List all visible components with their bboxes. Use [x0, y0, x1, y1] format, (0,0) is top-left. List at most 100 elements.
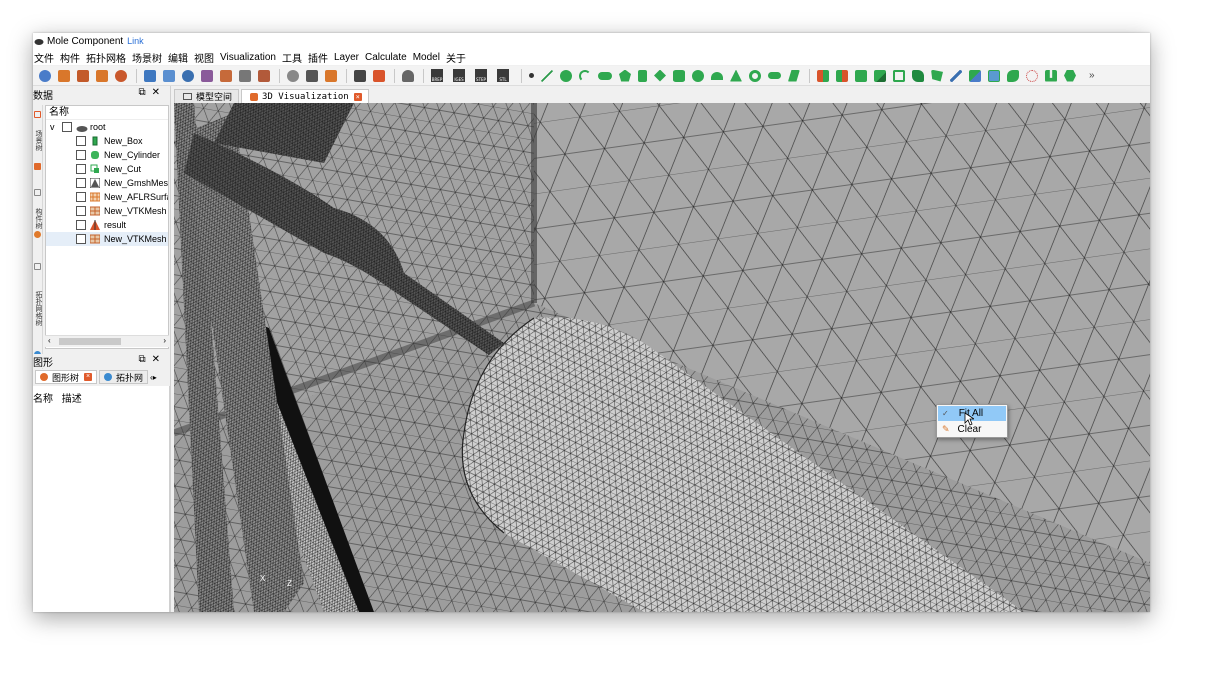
rectangle-icon[interactable] — [638, 69, 647, 82]
tab-model-space[interactable]: 模型空间 — [174, 89, 240, 103]
close-icon[interactable]: × — [353, 92, 362, 101]
tab-topology-net[interactable]: 拓扑网 — [99, 370, 149, 384]
menu-edit[interactable]: 编辑 — [168, 50, 192, 65]
select-icon[interactable] — [39, 69, 51, 82]
box-tool-icon[interactable] — [58, 69, 70, 82]
group-icon[interactable] — [239, 69, 251, 82]
tree-checkbox[interactable] — [76, 192, 86, 202]
cube-blue-icon[interactable] — [144, 69, 156, 82]
disk-icon[interactable] — [768, 72, 781, 79]
toolbar-overflow-button[interactable]: » — [1089, 70, 1095, 81]
tree-checkbox[interactable] — [76, 150, 86, 160]
tree-row[interactable]: New_VTKMesh — [46, 204, 168, 218]
menu-model[interactable]: Model — [413, 52, 444, 63]
transform-icon[interactable] — [201, 69, 213, 82]
gear-icon[interactable] — [287, 69, 299, 82]
menu-tools[interactable]: 工具 — [282, 50, 306, 65]
title-link[interactable]: Link — [127, 36, 144, 46]
import-iges-button[interactable]: IGES — [453, 69, 465, 82]
import-step-button[interactable]: STEP — [475, 69, 487, 82]
tab-scroll-icon[interactable]: ‹▸ — [150, 373, 157, 382]
menu-component[interactable]: 构件 — [60, 50, 84, 65]
scroll-right-icon[interactable]: › — [163, 336, 166, 345]
import-stl-button[interactable]: STL — [497, 69, 509, 82]
chevron-down-icon[interactable]: v — [50, 122, 62, 132]
sphere-tool-icon[interactable] — [115, 69, 127, 82]
point-icon[interactable] — [529, 73, 534, 78]
tree-row[interactable]: New_GmshMes — [46, 176, 168, 190]
cylinder-tool-icon[interactable] — [673, 69, 685, 82]
scrollbar-thumb[interactable] — [59, 338, 121, 345]
cut-tool-icon[interactable] — [855, 69, 867, 82]
circle-icon[interactable] — [560, 69, 572, 82]
tree-horizontal-scrollbar[interactable]: ‹ › — [45, 335, 169, 347]
cube-light-icon[interactable] — [163, 69, 175, 82]
float-icon[interactable]: ⧉ — [138, 354, 151, 365]
path-icon[interactable] — [950, 69, 962, 82]
tree-checkbox[interactable] — [76, 178, 86, 188]
menu-topology-mesh[interactable]: 拓扑网格 — [86, 50, 130, 65]
tree-row-root[interactable]: v root — [46, 120, 168, 134]
menu-scene-tree[interactable]: 场景树 — [132, 50, 166, 65]
menu-visualization[interactable]: Visualization — [220, 52, 280, 63]
mesh-tool-icon[interactable] — [220, 69, 232, 82]
pipe-icon[interactable] — [1045, 69, 1057, 82]
globe-icon[interactable] — [182, 69, 194, 82]
tree-checkbox[interactable] — [76, 164, 86, 174]
torus-icon[interactable] — [749, 69, 761, 82]
tree-row[interactable]: New_VTKMesh — [46, 232, 168, 246]
ellipse-icon[interactable] — [598, 71, 612, 80]
tree-row[interactable]: result — [46, 218, 168, 232]
menu-file[interactable]: 文件 — [34, 50, 58, 65]
tree-checkbox[interactable] — [76, 136, 86, 146]
tree-checkbox[interactable] — [76, 234, 86, 244]
tree-checkbox[interactable] — [76, 220, 86, 230]
wedge-icon[interactable] — [788, 69, 800, 82]
diamond-icon[interactable] — [654, 69, 666, 82]
menu-calculate[interactable]: Calculate — [365, 52, 411, 63]
solid-tool-icon[interactable] — [96, 69, 108, 82]
section-icon[interactable] — [874, 69, 886, 82]
tree-checkbox[interactable] — [76, 206, 86, 216]
shell-icon[interactable] — [931, 69, 943, 82]
points-cloud-icon[interactable] — [1026, 69, 1038, 82]
monitor-icon[interactable] — [354, 69, 366, 82]
tab-topology-mesh-tree[interactable]: 拓扑网格树 — [33, 273, 43, 343]
brush-icon[interactable] — [373, 69, 385, 82]
shape-tool-icon[interactable] — [77, 69, 89, 82]
close-icon[interactable]: ✕ — [152, 87, 166, 98]
menu-plugins[interactable]: 插件 — [308, 50, 332, 65]
tab-3d-visualization[interactable]: 3D Visualization × — [241, 89, 369, 103]
tab-scene-tree[interactable]: 场景树 — [33, 121, 43, 159]
fuse-icon[interactable] — [817, 69, 829, 82]
tree-checkbox[interactable] — [62, 122, 72, 132]
revolve-icon[interactable] — [1007, 69, 1019, 82]
scroll-left-icon[interactable]: ‹ — [48, 336, 51, 345]
tree-row[interactable]: New_AFLRSurfa — [46, 190, 168, 204]
tab-graphics-tree[interactable]: 图形树 × — [35, 370, 98, 384]
3d-viewport[interactable]: X Z ✓ Fit All ✎ Clear — [174, 103, 1150, 612]
hexagon-icon[interactable] — [1064, 69, 1076, 82]
camera-icon[interactable] — [306, 69, 318, 82]
link-tool-icon[interactable] — [258, 69, 270, 82]
close-icon[interactable]: × — [84, 373, 93, 381]
mole-icon[interactable] — [402, 69, 414, 82]
common-icon[interactable] — [836, 69, 848, 82]
fillet-icon[interactable] — [912, 69, 924, 82]
polygon-icon[interactable] — [619, 69, 631, 82]
menu-layer[interactable]: Layer — [334, 52, 363, 63]
tree-row[interactable]: New_Cut — [46, 162, 168, 176]
cone-icon[interactable] — [730, 69, 742, 82]
menu-about[interactable]: 关于 — [446, 50, 470, 65]
tree-row[interactable]: New_Cylinder — [46, 148, 168, 162]
float-icon[interactable]: ⧉ — [138, 87, 151, 98]
extrude-icon[interactable] — [988, 69, 1000, 82]
split-icon[interactable] — [969, 69, 981, 82]
arc-icon[interactable] — [579, 69, 591, 82]
import-brep-button[interactable]: BREP — [431, 69, 443, 82]
menu-view[interactable]: 视图 — [194, 50, 218, 65]
hemisphere-icon[interactable] — [711, 71, 723, 80]
export-icon[interactable] — [325, 69, 337, 82]
boundary-icon[interactable] — [893, 69, 905, 82]
line-icon[interactable] — [541, 69, 553, 82]
